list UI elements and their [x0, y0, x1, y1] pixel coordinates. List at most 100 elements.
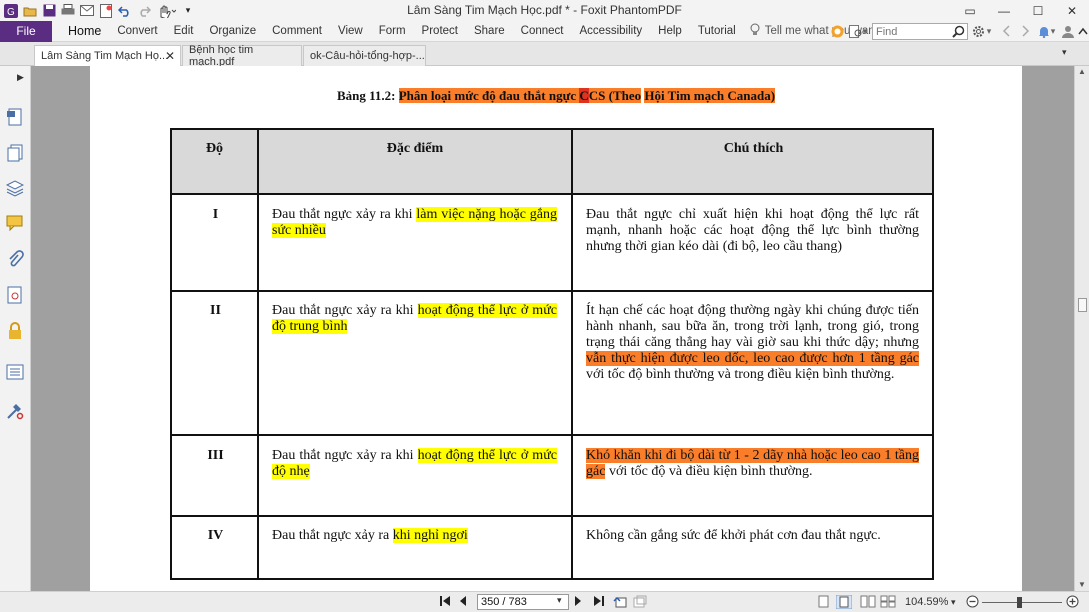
redo-icon[interactable] [136, 3, 152, 19]
zoom-slider-track[interactable] [982, 602, 1062, 603]
doc-tab-label: Lâm Sàng Tim Mạch Họ... [41, 50, 169, 62]
row-level: I [212, 207, 219, 222]
scrollbar-thumb[interactable] [1078, 298, 1087, 312]
caption-highlight: CS (Theo [588, 88, 642, 103]
zoom-in-icon[interactable] [1066, 595, 1079, 611]
tags-icon[interactable] [6, 402, 26, 422]
close-tab-icon[interactable]: ✕ [165, 49, 175, 63]
status-bar: ▾ 104.59% ▾ [0, 591, 1089, 612]
nav-back-icon[interactable] [999, 24, 1013, 38]
tab-form[interactable]: Form [371, 21, 414, 42]
zoom-dropdown-icon[interactable]: ▾ [951, 597, 956, 608]
tab-share[interactable]: Share [466, 21, 513, 42]
tab-home[interactable]: Home [60, 21, 109, 42]
page-dropdown-icon[interactable]: ▾ [557, 595, 562, 606]
zoom-out-icon[interactable] [966, 595, 979, 611]
tab-view[interactable]: View [330, 21, 371, 42]
row-feature: Đau thắt ngực xảy ra khi nghỉ ngơi [272, 528, 557, 544]
gear-icon[interactable] [971, 24, 985, 38]
bell-dropdown-icon[interactable]: ▾ [1049, 24, 1057, 38]
maximize-icon[interactable]: ☐ [1021, 0, 1055, 21]
last-page-icon[interactable] [593, 595, 605, 610]
tab-tutorial[interactable]: Tutorial [690, 21, 744, 42]
email-icon[interactable] [79, 3, 95, 19]
vertical-scrollbar[interactable]: ▲ ▼ [1074, 66, 1089, 591]
row-feature: Đau thắt ngực xảy ra khi làm việc nặng h… [272, 207, 557, 239]
restore-icon[interactable]: ▭ [953, 0, 987, 21]
tab-protect[interactable]: Protect [414, 21, 466, 42]
previous-page-icon[interactable] [459, 595, 467, 610]
new-document-icon[interactable] [98, 3, 114, 19]
doc-tab-cau-hoi[interactable]: ok-Câu-hỏi-tổng-hợp-... [303, 45, 426, 66]
pdf-page: Bảng 11.2: Phân loại mức độ đau thắt ngự… [90, 66, 1022, 591]
zoom-slider-thumb[interactable] [1017, 597, 1022, 608]
tab-accessibility[interactable]: Accessibility [572, 21, 651, 42]
caption-highlight: Hội Tim mạch Canada) [644, 88, 776, 103]
account-icon[interactable] [1061, 24, 1075, 38]
row-level: III [207, 448, 224, 463]
undo-icon[interactable] [117, 3, 133, 19]
page-number-input[interactable] [477, 594, 569, 610]
close-icon[interactable]: ✕ [1055, 0, 1089, 21]
minimize-icon[interactable]: — [987, 0, 1021, 21]
tab-convert[interactable]: Convert [109, 21, 165, 42]
pages-icon[interactable] [6, 144, 26, 164]
ribbon-tabs: File Home Convert Edit Organize Comment … [0, 20, 1089, 42]
search-icon[interactable] [951, 24, 965, 38]
next-view-icon[interactable] [633, 595, 647, 611]
tab-help[interactable]: Help [650, 21, 690, 42]
note-text: Không cần gắng sức để khởi phát cơn đau … [586, 528, 881, 543]
document-tab-strip: Lâm Sàng Tim Mạch Họ... ✕ Bệnh học tim m… [0, 42, 1089, 68]
document-viewport[interactable]: Bảng 11.2: Phân loại mức độ đau thắt ngự… [31, 66, 1074, 591]
single-page-view-icon[interactable] [818, 595, 830, 611]
collapse-ribbon-icon[interactable] [1076, 24, 1089, 38]
continuous-view-icon[interactable] [835, 594, 853, 612]
comments-icon[interactable] [6, 214, 26, 234]
feature-text: Đau thắt ngực xảy ra khi [272, 207, 417, 222]
column-divider [571, 130, 573, 578]
next-page-icon[interactable] [574, 595, 582, 610]
svg-text:G: G [7, 7, 15, 18]
tab-organize[interactable]: Organize [201, 21, 264, 42]
content-list-icon[interactable] [6, 363, 26, 383]
previous-view-icon[interactable] [613, 595, 627, 611]
facing-view-icon[interactable] [860, 595, 876, 611]
tab-connect[interactable]: Connect [513, 21, 572, 42]
feature-highlight: khi nghỉ ngơi [392, 528, 468, 543]
note-highlight: vẫn thực hiện được leo dốc, leo cao được… [586, 351, 919, 366]
page-thumbnails-icon[interactable] [6, 108, 26, 128]
attachment-icon[interactable] [6, 250, 26, 270]
tab-list-dropdown-icon[interactable]: ▾ [1062, 47, 1067, 58]
scroll-down-icon[interactable]: ▼ [1078, 580, 1086, 589]
signature-icon[interactable] [6, 286, 26, 306]
header-level: Độ [205, 141, 224, 156]
tab-comment[interactable]: Comment [264, 21, 330, 42]
feedback-icon[interactable] [830, 24, 844, 38]
caption-prefix: Bảng 11.2: [336, 88, 399, 103]
scroll-up-icon[interactable]: ▲ [1078, 67, 1086, 76]
layers-icon[interactable] [5, 179, 26, 199]
search-options-dropdown-icon[interactable]: ▾ [861, 24, 869, 38]
lock-icon[interactable] [6, 322, 26, 342]
lightbulb-icon [750, 23, 760, 39]
doc-tab-benh-hoc[interactable]: Bệnh học tim mạch.pdf [182, 44, 302, 68]
quick-access-dropdown-icon[interactable]: ▾ [180, 3, 196, 19]
hand-tool-icon[interactable] [155, 3, 177, 19]
open-folder-icon[interactable] [22, 3, 38, 19]
row-divider [172, 515, 932, 517]
note-text-after: với tốc độ và điều kiện bình thường. [605, 464, 813, 479]
nav-forward-icon[interactable] [1019, 24, 1033, 38]
file-tab[interactable]: File [0, 20, 52, 42]
expand-panel-icon[interactable]: ▶ [17, 72, 24, 83]
doc-tab-lam-sang[interactable]: Lâm Sàng Tim Mạch Họ... ✕ [34, 45, 181, 66]
row-feature: Đau thắt ngực xảy ra khi hoạt động thể l… [272, 303, 557, 335]
note-text-after: với tốc độ bình thường và trong điều kiệ… [586, 367, 895, 382]
first-page-icon[interactable] [439, 595, 451, 610]
tab-edit[interactable]: Edit [166, 21, 202, 42]
feature-text: Đau thắt ngực xảy ra khi [272, 448, 418, 463]
save-icon[interactable] [41, 3, 57, 19]
continuous-facing-view-icon[interactable] [880, 595, 896, 611]
print-icon[interactable] [60, 3, 76, 19]
table-header-background [172, 130, 932, 194]
gear-dropdown-icon[interactable]: ▾ [985, 24, 993, 38]
